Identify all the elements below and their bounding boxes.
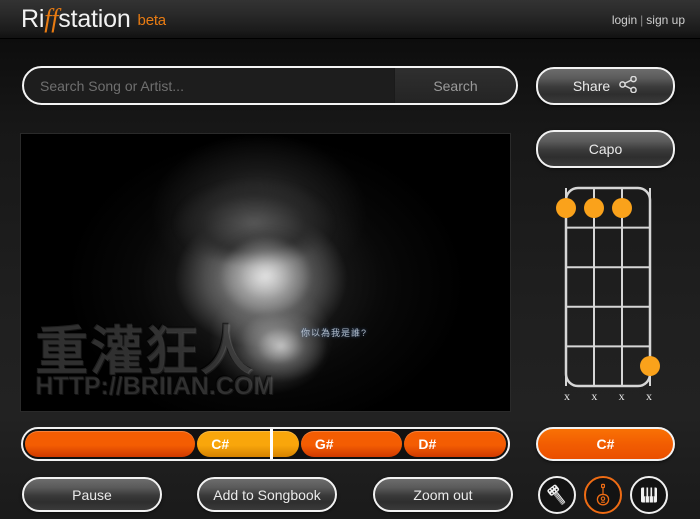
acoustic-guitar-icon[interactable]: [584, 476, 622, 514]
chord-dot-string1: [556, 198, 576, 218]
chord-dot-string4: [640, 356, 660, 376]
search-button[interactable]: Search: [394, 68, 516, 103]
zoom-out-label: Zoom out: [413, 486, 473, 503]
chord-timeline[interactable]: C# G# D#: [21, 427, 510, 461]
string-marker-4: x: [645, 389, 652, 403]
chord-segment-2[interactable]: G#: [300, 431, 403, 457]
chord-segment-3[interactable]: D#: [404, 431, 506, 457]
instrument-selector: [538, 476, 678, 514]
piano-icon[interactable]: [630, 476, 668, 514]
signup-link[interactable]: sign up: [646, 13, 685, 27]
capo-button[interactable]: Capo: [536, 130, 675, 168]
logo-text-post: station: [58, 5, 131, 33]
chord-dot-string3: [612, 198, 632, 218]
app-header: Riffstation beta login | sign up: [0, 0, 700, 39]
logo-text-ff: ff: [44, 4, 59, 33]
chord-segment-1[interactable]: C#: [197, 431, 299, 457]
video-frame-image: 你以為我是誰?: [21, 134, 510, 411]
fretboard-outline: [564, 186, 652, 388]
add-to-songbook-button[interactable]: Add to Songbook: [197, 477, 337, 512]
chord-diagram-svg: [556, 186, 660, 388]
login-link[interactable]: login: [612, 13, 637, 27]
chord-segment-label-1: C#: [211, 436, 230, 452]
auth-links: login | sign up: [612, 13, 685, 27]
search-input[interactable]: [24, 68, 394, 103]
chord-segment-label-3: D#: [418, 436, 437, 452]
video-subject-hand: [235, 310, 327, 382]
share-button-label: Share: [572, 78, 611, 94]
video-subtitle: 你以為我是誰?: [301, 328, 368, 338]
share-button[interactable]: Share: [536, 67, 675, 105]
chord-segment-0[interactable]: [25, 431, 196, 457]
chord-dot-string2: [584, 198, 604, 218]
string-marker-1: x: [564, 389, 570, 403]
string-markers-row: x x x x: [548, 389, 668, 404]
search-bar: Search: [22, 66, 518, 105]
string-marker-2: x: [591, 389, 598, 403]
beta-badge: beta: [137, 12, 167, 29]
capo-button-label: Capo: [588, 141, 623, 157]
auth-separator: |: [640, 13, 644, 27]
app-logo: Riffstation beta: [21, 4, 166, 34]
share-icon: [619, 75, 638, 96]
electric-guitar-icon[interactable]: [538, 476, 576, 514]
current-chord-label: C#: [596, 436, 615, 452]
video-player[interactable]: 你以為我是誰? 重灌狂人 HTTP://BRIIAN.COM: [20, 133, 511, 412]
logo-text-pre: Ri: [21, 5, 45, 33]
current-chord-button[interactable]: C#: [536, 427, 675, 461]
pause-button-label: Pause: [72, 486, 112, 503]
pause-button[interactable]: Pause: [22, 477, 162, 512]
chord-segment-label-2: G#: [314, 436, 334, 452]
add-to-songbook-label: Add to Songbook: [213, 486, 321, 503]
string-marker-3: x: [618, 389, 625, 403]
chord-diagram: x x x x: [548, 180, 668, 412]
zoom-out-button[interactable]: Zoom out: [373, 477, 513, 512]
